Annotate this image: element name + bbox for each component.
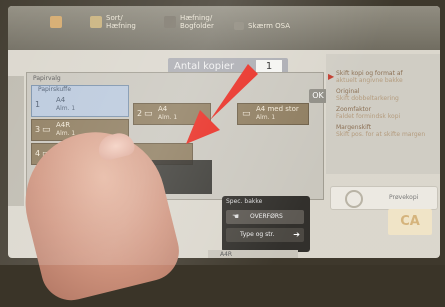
staple-icon[interactable] [50, 16, 62, 28]
booklet-icon[interactable] [164, 16, 176, 28]
side-item-title[interactable]: Margenskift [336, 124, 371, 131]
tray-number: 4 [35, 149, 41, 158]
red-arrow-icon [186, 64, 258, 144]
tray-size: A4 [56, 96, 66, 104]
proof-copy-button[interactable]: Prøvekopi [330, 186, 438, 210]
tray-size: A4 med stor [256, 105, 299, 113]
side-item-sub: aktuelt angivne bakke [336, 77, 403, 84]
side-item-sub: Faldet formindsk kopi [336, 113, 401, 120]
bypass-tray-title: Spec. bakke [226, 198, 263, 205]
bottom-tray-label: A4R [220, 251, 233, 258]
top-tab-bar: Sort/ Hæfning Hæfning/ Bogfolder Skærm O… [8, 6, 440, 50]
tab-skaerm-osa[interactable]: Skærm OSA [248, 22, 290, 30]
side-item-title[interactable]: Original [336, 88, 359, 95]
transfer-label: OVERFØRS [250, 213, 283, 220]
tab-haefning-bogfolder[interactable]: Hæfning/ Bogfolder [180, 14, 214, 30]
tray-number: 2 [137, 109, 143, 118]
panel-title: Papirvalg [33, 75, 61, 82]
tray-header: Papirskuffe [38, 86, 72, 93]
tray-type: Alm. 1 [56, 105, 76, 112]
tray-size: A4 [158, 105, 168, 113]
copy-start-icon [345, 190, 363, 208]
bypass-tray-box: Spec. bakke ☚ OVERFØRS Type og str. ➔ [222, 196, 310, 252]
settings-side-panel: ▶ Skift kopi og format af aktuelt angivn… [326, 54, 440, 174]
tray-size: A4R [56, 121, 71, 129]
side-item-sub: Skift dobbeltarkering [336, 95, 399, 102]
type-size-label: Type og str. [240, 231, 275, 238]
proof-copy-label: Prøvekopi [389, 194, 419, 201]
transfer-button[interactable]: ☚ OVERFØRS [226, 210, 304, 224]
type-size-button[interactable]: Type og str. ➔ [226, 228, 304, 242]
hand-icon: ☚ [232, 212, 240, 221]
screen-icon[interactable] [234, 22, 244, 30]
paper-tray-icon: ▭ [42, 125, 51, 135]
side-item-title[interactable]: Zoomfaktor [336, 106, 371, 113]
bottom-tray-strip: A4R [208, 250, 298, 258]
side-item-sub: Skift pos. for at skifte margen [336, 131, 426, 138]
tray-1-button[interactable]: Papirskuffe 1 A4 Alm. 1 [31, 85, 129, 117]
arrow-right-icon: ➔ [293, 230, 300, 239]
tray-number: 3 [35, 125, 41, 134]
chevron-right-icon: ▶ [328, 72, 335, 81]
paper-tray-icon: ▭ [144, 109, 153, 119]
sort-icon[interactable] [90, 16, 102, 28]
side-item-title[interactable]: Skift kopi og format af [336, 70, 403, 77]
left-side-strip [8, 76, 24, 206]
ok-button[interactable]: OK [309, 89, 327, 103]
tray-number: 1 [35, 100, 41, 109]
tab-sort-haefning[interactable]: Sort/ Hæfning [106, 14, 136, 30]
ca-button[interactable]: CA [388, 209, 432, 235]
